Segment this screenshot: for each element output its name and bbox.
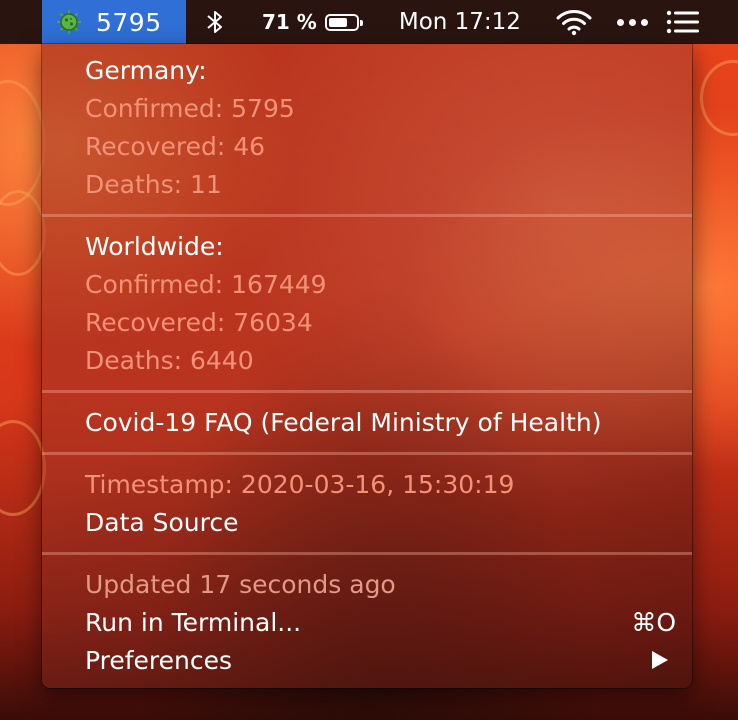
wallpaper-swirl	[0, 190, 46, 276]
run-shortcut: ⌘O	[631, 608, 676, 637]
preferences-item[interactable]: Preferences	[85, 646, 232, 675]
menu-separator	[42, 214, 692, 217]
clock[interactable]: Mon 17:12	[399, 9, 521, 35]
run-in-terminal-item[interactable]: Run in Terminal...	[85, 608, 301, 637]
menu-bar: 5795 71 % Mon 17:12	[0, 0, 738, 44]
virus-icon	[57, 10, 81, 34]
updated-label: Updated 17 seconds ago	[85, 570, 396, 599]
status-count: 5795	[96, 7, 162, 37]
germany-heading: Germany:	[85, 56, 207, 85]
status-dropdown-menu: Germany: Confirmed: 5795 Recovered: 46 D…	[42, 44, 692, 688]
battery-nub	[359, 19, 363, 26]
data-source-item[interactable]: Data Source	[85, 508, 239, 537]
submenu-arrow-icon	[652, 651, 668, 669]
dot	[628, 18, 636, 26]
worldwide-recovered: Recovered: 76034	[85, 308, 313, 337]
germany-deaths: Deaths: 11	[85, 170, 222, 199]
timestamp-label: Timestamp: 2020-03-16, 15:30:19	[85, 470, 515, 499]
battery-icon[interactable]	[324, 13, 363, 31]
bluetooth-icon[interactable]	[204, 8, 226, 36]
more-icon[interactable]	[616, 18, 648, 26]
worldwide-confirmed: Confirmed: 167449	[85, 270, 327, 299]
menu-separator	[42, 452, 692, 455]
worldwide-heading: Worldwide:	[85, 232, 224, 261]
germany-recovered: Recovered: 46	[85, 132, 266, 161]
battery-percent[interactable]: 71 %	[262, 10, 317, 34]
wallpaper-swirl	[700, 60, 738, 136]
corona-status-item[interactable]: 5795	[42, 0, 186, 44]
worldwide-deaths: Deaths: 6440	[85, 346, 254, 375]
battery-fill	[328, 17, 348, 27]
wifi-icon[interactable]	[555, 8, 593, 36]
wallpaper-swirl	[0, 80, 46, 206]
dot	[640, 18, 648, 26]
list-icon[interactable]	[666, 10, 700, 34]
menu-separator	[42, 390, 692, 393]
dot	[616, 18, 624, 26]
menu-separator	[42, 552, 692, 555]
faq-link-item[interactable]: Covid-19 FAQ (Federal Ministry of Health…	[85, 408, 601, 437]
germany-confirmed: Confirmed: 5795	[85, 94, 295, 123]
wallpaper-swirl	[0, 420, 46, 516]
